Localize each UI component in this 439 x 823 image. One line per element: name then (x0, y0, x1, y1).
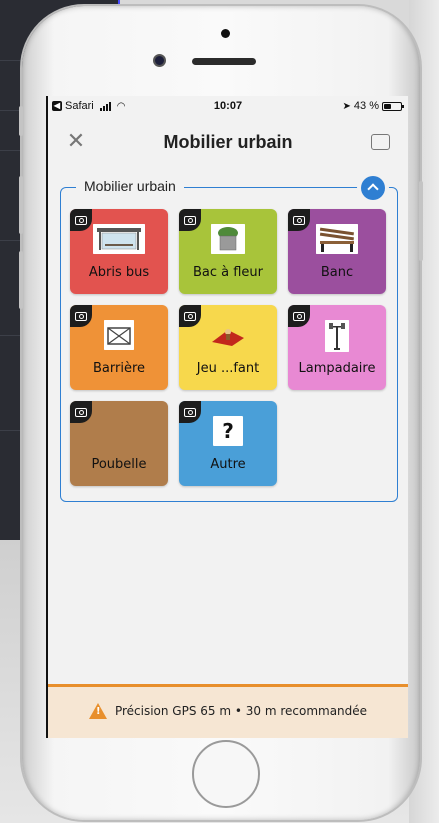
chevron-up-icon[interactable] (361, 176, 385, 200)
power-button (419, 181, 423, 261)
tile-label: Lampadaire (298, 361, 376, 376)
volume-up-button (19, 176, 23, 234)
bus-shelter-icon (93, 224, 145, 254)
tile-label: Barrière (92, 361, 145, 376)
camera-icon[interactable] (179, 209, 201, 231)
camera-icon[interactable] (70, 209, 92, 231)
mute-switch (19, 106, 23, 136)
expand-icon[interactable] (371, 134, 390, 150)
warning-icon: ! (88, 703, 107, 719)
tile-label: Abris bus (88, 265, 150, 280)
flower-planter-icon (211, 224, 245, 254)
tile-banc[interactable]: Banc (288, 209, 386, 294)
tile-label: Bac à fleur (192, 265, 264, 280)
location-arrow-icon: ➤ (342, 100, 351, 112)
tile-barriere[interactable]: Barrière (70, 305, 168, 390)
gps-warning-text: Précision GPS 65 m • 30 m recommandée (114, 704, 368, 718)
barrier-icon (104, 320, 134, 350)
tile-label: Jeu ...fant (196, 361, 260, 376)
home-button[interactable] (192, 740, 260, 808)
playground-icon (208, 320, 248, 350)
tile-abris-bus[interactable]: Abris bus (70, 209, 168, 294)
status-bar: ◀ Safari ◠ 10:07 ➤ 43 % (48, 96, 408, 116)
tile-jeu-enfant[interactable]: Jeu ...fant (179, 305, 277, 390)
question-mark-icon: ? (213, 416, 243, 446)
camera-icon[interactable] (288, 305, 310, 327)
camera-icon[interactable] (288, 209, 310, 231)
proximity-sensor (221, 29, 230, 38)
camera-icon[interactable] (70, 401, 92, 423)
bench-icon (316, 224, 358, 254)
camera-icon[interactable] (70, 305, 92, 327)
page-title: Mobilier urbain (163, 132, 293, 152)
nav-bar: ✕ Mobilier urbain (48, 124, 408, 164)
gps-warning-bar: ! Précision GPS 65 m • 30 m recommandée (48, 684, 408, 738)
phone-screen: ◀ Safari ◠ 10:07 ➤ 43 % ✕ Mobilier urbai… (46, 96, 408, 738)
tile-autre[interactable]: ? Autre (179, 401, 277, 486)
tile-label: Poubelle (91, 457, 147, 472)
tile-lampadaire[interactable]: Lampadaire (288, 305, 386, 390)
tile-label: Banc (320, 265, 354, 280)
battery-percent: 43 % (353, 100, 379, 112)
tile-label: Autre (210, 457, 246, 472)
status-right: ➤ 43 % (342, 100, 404, 112)
tile-poubelle[interactable]: Poubelle (70, 401, 168, 486)
tile-grid: Abris bus Bac à fleur Banc Barrière Jeu … (70, 209, 386, 486)
furniture-group: Mobilier urbain Abris bus Bac à fleur Ba… (60, 176, 398, 502)
group-legend: Mobilier urbain (76, 178, 184, 194)
camera-icon[interactable] (179, 401, 201, 423)
camera-icon[interactable] (179, 305, 201, 327)
street-lamp-icon (325, 320, 349, 352)
front-camera (153, 54, 166, 67)
volume-down-button (19, 251, 23, 309)
battery-icon (382, 101, 404, 111)
earpiece-speaker (192, 58, 256, 65)
tile-bac-a-fleur[interactable]: Bac à fleur (179, 209, 277, 294)
